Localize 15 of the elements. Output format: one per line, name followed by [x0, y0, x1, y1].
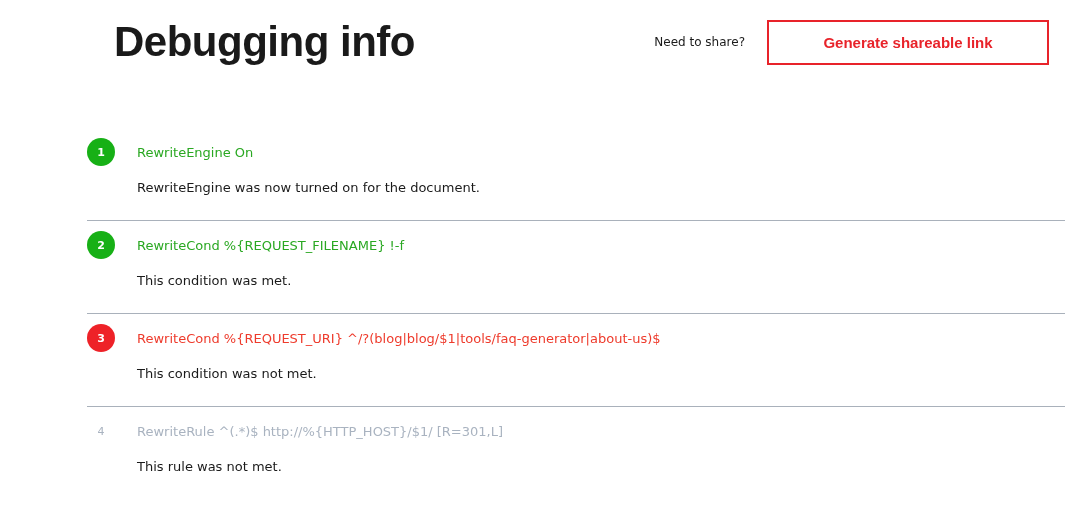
rule-text: RewriteRule ^(.*)$ http://%{HTTP_HOST}/$1/ [R=301,L] [137, 423, 503, 439]
step-number: 4 [96, 423, 106, 440]
rule-text: RewriteCond %{REQUEST_FILENAME} !-f [137, 237, 404, 253]
rule-text: RewriteEngine On [137, 144, 254, 160]
result-message: This condition was not met. [137, 366, 318, 381]
rule-text: RewriteCond %{REQUEST_URI} ^/?(blog|blog/$1|tools/faq-generator|about-us)$ [137, 330, 661, 346]
page-title: Debugging info [114, 18, 415, 66]
generate-link-button[interactable]: Generate shareable link [767, 19, 1049, 65]
result-message: This condition was met. [137, 273, 293, 288]
step-number-badge: 1 [87, 138, 115, 166]
step-number-badge: 3 [87, 324, 115, 352]
result-message: This rule was not met. [137, 459, 283, 474]
share-prompt: Need to share? [654, 35, 745, 49]
result-message: RewriteEngine was now turned on for the document. [137, 180, 481, 195]
step-number-badge: 2 [87, 231, 115, 259]
